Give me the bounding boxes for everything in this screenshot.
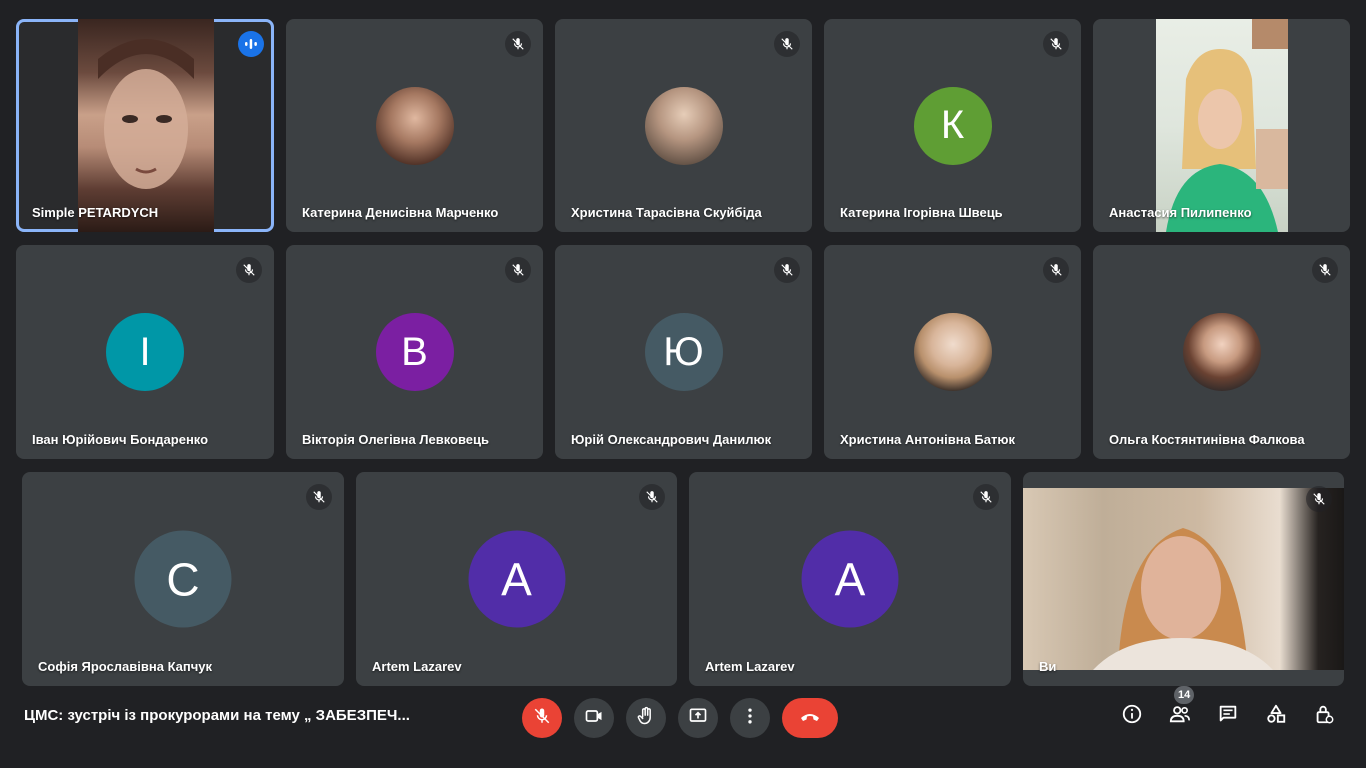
camera-icon — [584, 706, 604, 731]
mic-off-icon — [505, 257, 531, 283]
camera-toggle-button[interactable] — [574, 698, 614, 738]
participant-name: Artem Lazarev — [705, 659, 795, 674]
participant-name: Христина Антонівна Батюк — [840, 432, 1015, 447]
host-controls-button[interactable] — [1308, 700, 1340, 732]
participant-avatar: В — [375, 313, 454, 391]
participant-tile-khrystyna-skuibida[interactable]: Христина Тарасівна Скуйбіда — [555, 19, 812, 232]
speaking-indicator-icon — [238, 31, 264, 57]
participant-name: Христина Тарасівна Скуйбіда — [571, 205, 762, 220]
participant-avatar: A — [801, 530, 899, 628]
mic-off-icon — [774, 257, 800, 283]
participant-tile-kateryna-marchenko[interactable]: Катерина Денисівна Марченко — [286, 19, 543, 232]
participants-button[interactable]: 14 — [1164, 686, 1196, 732]
leave-call-button[interactable] — [782, 698, 838, 738]
mic-off-icon — [639, 484, 665, 510]
participant-name: Simple PETARDYCH — [32, 205, 159, 220]
chat-icon — [1217, 703, 1239, 730]
participant-name: Іван Юрійович Бондаренко — [32, 432, 209, 447]
participant-avatar: І — [106, 313, 184, 391]
participant-tile-yurii-danyliuk[interactable]: Ю Юрій Олександрович Данилюк — [555, 245, 812, 459]
hangup-icon — [798, 704, 822, 733]
people-icon — [1168, 703, 1192, 730]
participant-name: Вікторія Олегівна Левковець — [302, 432, 490, 447]
participant-tile-artem-lazarev-1[interactable]: A Artem Lazarev — [356, 472, 677, 686]
raise-hand-icon — [636, 706, 656, 731]
self-video — [1023, 488, 1344, 670]
mic-off-icon — [505, 31, 531, 57]
mic-off-icon — [1043, 257, 1069, 283]
participant-video — [78, 19, 214, 232]
participant-tile-kateryna-shvets[interactable]: К Катерина Ігорівна Швець — [824, 19, 1081, 232]
mic-toggle-button[interactable] — [522, 698, 562, 738]
participant-name: Ольга Костянтинівна Фалкова — [1109, 432, 1305, 447]
present-icon — [688, 706, 708, 731]
more-options-button[interactable] — [730, 698, 770, 738]
participant-name: Катерина Денисівна Марченко — [302, 205, 499, 220]
participant-tile-anastasiia-pylypenko[interactable]: Анастасия Пилипенко — [1093, 19, 1350, 232]
participant-name: Ви — [1039, 659, 1057, 674]
participant-tile-simple-petardych[interactable]: Simple PETARDYCH — [16, 19, 274, 232]
host-controls-icon — [1313, 703, 1335, 730]
participant-tile-ivan-bondarenko[interactable]: І Іван Юрійович Бондаренко — [16, 245, 274, 459]
participant-avatar: К — [913, 86, 992, 165]
more-options-icon — [740, 706, 760, 731]
present-screen-button[interactable] — [678, 698, 718, 738]
mic-off-icon — [973, 484, 999, 510]
participant-name: Юрій Олександрович Данилюк — [571, 432, 772, 447]
raise-hand-button[interactable] — [626, 698, 666, 738]
bottom-toolbar: ЦМС: зустріч із прокурорами на тему „ ЗА… — [0, 686, 1366, 768]
participant-name: Софія Ярославівна Капчук — [38, 659, 213, 674]
participant-photo — [913, 313, 992, 391]
activities-icon — [1265, 703, 1287, 730]
participant-tile-artem-lazarev-2[interactable]: A Artem Lazarev — [689, 472, 1011, 686]
mic-off-icon — [1312, 257, 1338, 283]
participant-photo — [375, 86, 454, 165]
mic-off-icon — [306, 484, 332, 510]
participants-count-badge: 14 — [1174, 686, 1195, 704]
mic-off-icon — [236, 257, 262, 283]
participant-video — [1156, 19, 1288, 232]
participant-tile-viktoriia-levkovets[interactable]: В Вікторія Олегівна Левковець — [286, 245, 543, 459]
participant-name: Artem Lazarev — [372, 659, 462, 674]
chat-button[interactable] — [1212, 700, 1244, 732]
mic-off-icon — [533, 707, 551, 730]
info-icon — [1121, 703, 1143, 730]
participant-photo — [1182, 313, 1261, 391]
participant-tile-self[interactable]: Ви — [1023, 472, 1344, 686]
participant-tile-khrystyna-batiuk[interactable]: Христина Антонівна Батюк — [824, 245, 1081, 459]
meeting-title: ЦМС: зустріч із прокурорами на тему „ ЗА… — [24, 707, 410, 724]
participant-tile-sofiia-kapchuk[interactable]: С Софія Ярославівна Капчук — [22, 472, 344, 686]
mic-off-icon — [1306, 486, 1332, 512]
mic-off-icon — [1043, 31, 1069, 57]
participant-name: Анастасия Пилипенко — [1109, 205, 1252, 220]
meeting-details-button[interactable] — [1116, 700, 1148, 732]
participant-tile-olha-falkova[interactable]: Ольга Костянтинівна Фалкова — [1093, 245, 1350, 459]
participant-avatar: Ю — [644, 313, 723, 391]
participant-photo — [644, 86, 723, 165]
participant-avatar: С — [134, 530, 232, 628]
participant-avatar: A — [468, 530, 565, 628]
activities-button[interactable] — [1260, 700, 1292, 732]
mic-off-icon — [774, 31, 800, 57]
participant-name: Катерина Ігорівна Швець — [840, 205, 1003, 220]
